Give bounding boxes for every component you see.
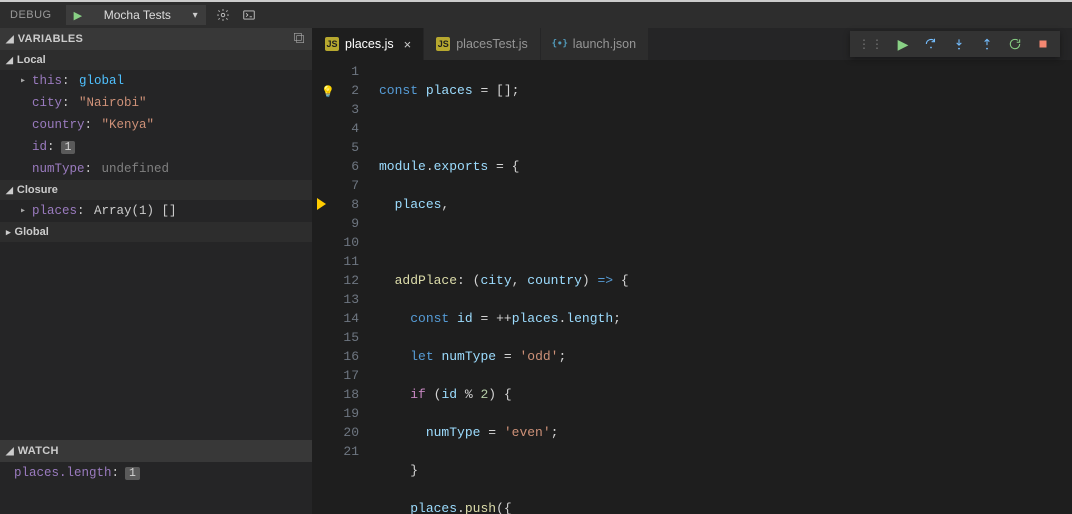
tab-label: places.js <box>345 37 394 51</box>
watch-panel-header[interactable]: ◢ WATCH <box>0 440 312 462</box>
chevron-down-icon: ◢ <box>6 55 13 66</box>
debug-config-name: Mocha Tests <box>104 8 171 22</box>
tab-label: launch.json <box>573 37 636 51</box>
debug-toolbar: DEBUG ▶ Mocha Tests ▾ <box>0 2 1072 28</box>
gear-icon[interactable] <box>210 2 236 28</box>
line-number-gutter[interactable]: 1 💡2 3 4 5 6 7 8 9 10 11 12 13 14 15 16 <box>313 60 373 514</box>
variable-value: undefined <box>102 162 170 176</box>
vertical-scrollbar[interactable] <box>1060 60 1072 514</box>
editor-tab[interactable]: JS places.js × <box>313 28 424 60</box>
step-over-button[interactable] <box>918 31 944 57</box>
chevron-down-icon: ◢ <box>6 446 14 457</box>
collapse-all-icon[interactable] <box>292 31 306 48</box>
step-out-button[interactable] <box>974 31 1000 57</box>
scope-global-label: Global <box>15 226 49 238</box>
scope-local-label: Local <box>17 54 46 66</box>
json-file-icon: {∙} <box>553 37 567 51</box>
variable-row[interactable]: city: "Nairobi" <box>0 92 312 114</box>
variables-title: VARIABLES <box>18 33 292 45</box>
lightbulb-icon[interactable]: 💡 <box>321 84 335 103</box>
debug-label: DEBUG <box>0 2 62 28</box>
variable-value: global <box>79 74 124 88</box>
debug-controls[interactable]: ⋮⋮ ▶ <box>850 31 1060 57</box>
variable-row[interactable]: ▸ places: Array(1) [] <box>0 200 312 222</box>
scope-closure-tree: ▸ places: Array(1) [] <box>0 200 312 222</box>
variable-value: "Kenya" <box>102 118 155 132</box>
code-content[interactable]: const places = []; module.exports = { pl… <box>373 60 1060 514</box>
scope-local-header[interactable]: ◢ Local <box>0 50 312 70</box>
variable-key: this <box>32 74 62 88</box>
chevron-down-icon: ◢ <box>6 34 14 45</box>
js-file-icon: JS <box>436 37 450 51</box>
watch-tree: places.length: 1 <box>0 462 312 514</box>
editor-tab[interactable]: JS placesTest.js <box>424 28 541 60</box>
current-execution-icon <box>317 198 326 210</box>
variable-key: places <box>32 204 77 218</box>
js-file-icon: JS <box>325 37 339 51</box>
close-icon[interactable]: × <box>404 37 412 52</box>
chevron-right-icon: ▸ <box>20 75 32 87</box>
chevron-down-icon: ◢ <box>6 185 13 196</box>
watch-title: WATCH <box>18 445 306 457</box>
code-editor[interactable]: 1 💡2 3 4 5 6 7 8 9 10 11 12 13 14 15 16 <box>313 60 1072 514</box>
editor-tab[interactable]: {∙} launch.json <box>541 28 649 60</box>
stop-button[interactable] <box>1030 31 1056 57</box>
scope-global-header[interactable]: ▸ Global <box>0 222 312 242</box>
scope-closure-header[interactable]: ◢ Closure <box>0 180 312 200</box>
variable-row[interactable]: id: 1 <box>0 136 312 158</box>
scope-closure-label: Closure <box>17 184 58 196</box>
debug-config-dropdown[interactable]: ▶ Mocha Tests ▾ <box>66 5 206 25</box>
chevron-down-icon: ▾ <box>193 10 198 21</box>
variable-value: 1 <box>61 141 76 154</box>
variable-row[interactable]: country: "Kenya" <box>0 114 312 136</box>
step-into-button[interactable] <box>946 31 972 57</box>
variable-key: country <box>32 118 85 132</box>
tab-label: placesTest.js <box>456 37 528 51</box>
chevron-right-icon: ▸ <box>6 227 11 238</box>
scope-local-tree: ▸ this: global city: "Nairobi" country: … <box>0 70 312 180</box>
variable-key: id <box>32 140 47 154</box>
chevron-right-icon: ▸ <box>20 205 32 217</box>
variables-panel-header[interactable]: ◢ VARIABLES <box>0 28 312 50</box>
variable-value: Array(1) [] <box>94 204 177 218</box>
variable-key: city <box>32 96 62 110</box>
variable-row[interactable]: ▸ this: global <box>0 70 312 92</box>
editor-area: ⋮⋮ ▶ J <box>313 28 1072 514</box>
restart-button[interactable] <box>1002 31 1028 57</box>
variable-key: numType <box>32 162 85 176</box>
variable-value: "Nairobi" <box>79 96 147 110</box>
play-icon: ▶ <box>74 9 82 22</box>
debug-sidebar: ◢ VARIABLES ◢ Local ▸ this: global <box>0 28 313 514</box>
drag-handle-icon[interactable]: ⋮⋮ <box>854 37 888 51</box>
watch-value: 1 <box>125 467 140 480</box>
debug-console-icon[interactable] <box>236 2 262 28</box>
variable-row[interactable]: numType: undefined <box>0 158 312 180</box>
watch-expression: places.length <box>14 466 112 480</box>
watch-row[interactable]: places.length: 1 <box>0 462 312 484</box>
continue-button[interactable]: ▶ <box>890 31 916 57</box>
